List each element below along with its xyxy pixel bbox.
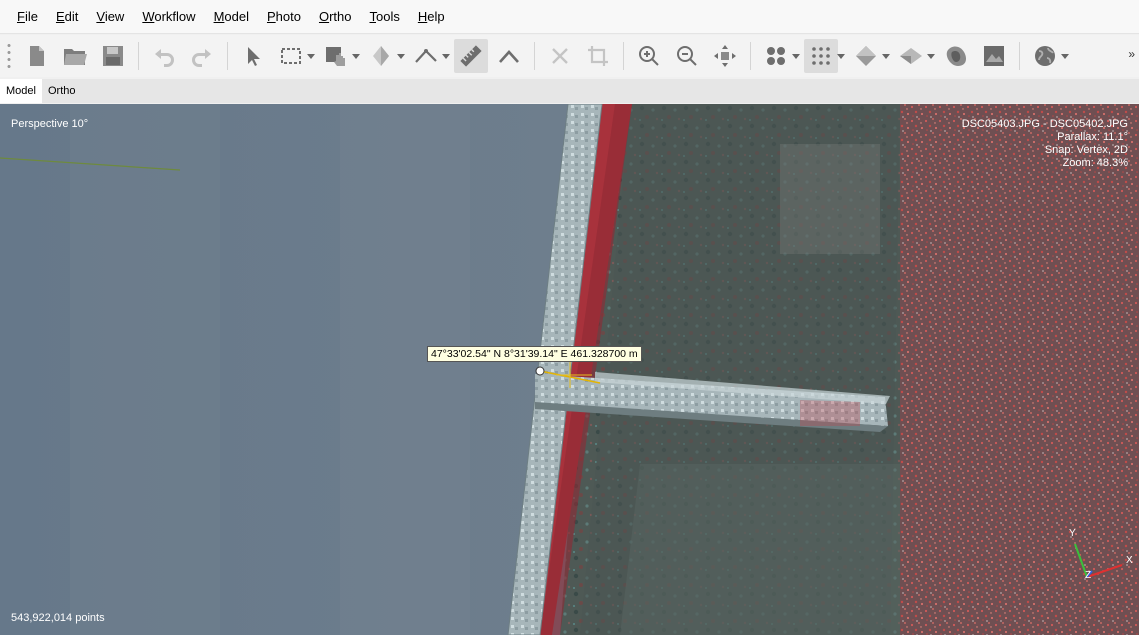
tab-ortho[interactable]: Ortho: [42, 79, 82, 103]
main-toolbar: »: [0, 35, 1139, 77]
menu-photo[interactable]: Photo: [258, 6, 310, 28]
axis-z-label: Z: [1085, 570, 1092, 581]
chevron-down-icon[interactable]: [836, 39, 845, 73]
chevron-down-icon[interactable]: [1060, 39, 1069, 73]
draw-point-icon[interactable]: [492, 39, 526, 73]
shaded-model-icon[interactable]: [849, 39, 883, 73]
globe-icon[interactable]: [1028, 39, 1062, 73]
toolbar-separator: [227, 42, 228, 70]
chevron-down-icon[interactable]: [396, 39, 405, 73]
draw-polyline-icon[interactable]: [409, 39, 443, 73]
measurement-tooltip: 47°33'02.54" N 8°31'39.14" E 461.328700 …: [427, 346, 642, 362]
redo-icon[interactable]: [185, 39, 219, 73]
model-render: [0, 104, 1139, 635]
menu-tools[interactable]: Tools: [361, 6, 409, 28]
chevron-down-icon[interactable]: [306, 39, 315, 73]
dem-icon[interactable]: [939, 39, 973, 73]
toolbar-separator: [750, 42, 751, 70]
tab-model[interactable]: Model: [0, 79, 42, 103]
undo-icon[interactable]: [147, 39, 181, 73]
new-document-icon[interactable]: [20, 39, 54, 73]
point-count-label: 543,922,014 points: [11, 612, 105, 624]
axis-x-label: X: [1126, 555, 1133, 566]
delete-icon[interactable]: [543, 39, 577, 73]
parallax-label: Parallax: 11.1°: [1057, 131, 1128, 143]
chevron-down-icon[interactable]: [881, 39, 890, 73]
view-info-panel: DSC05403.JPG - DSC05402.JPG Parallax: 11…: [962, 118, 1128, 170]
axis-y-label: Y: [1069, 528, 1076, 539]
menu-bar: File Edit View Workflow Model Photo Orth…: [0, 0, 1139, 34]
view-tabs: Model Ortho: [0, 79, 1139, 103]
menu-model[interactable]: Model: [205, 6, 258, 28]
model-viewport[interactable]: Perspective 10° DSC05403.JPG - DSC05402.…: [0, 104, 1139, 635]
menu-edit[interactable]: Edit: [47, 6, 87, 28]
show-cameras-icon[interactable]: [759, 39, 793, 73]
free-form-selection-icon[interactable]: [319, 39, 353, 73]
menu-help[interactable]: Help: [409, 6, 454, 28]
point-cloud-icon[interactable]: [804, 39, 838, 73]
crop-icon[interactable]: [581, 39, 615, 73]
menu-ortho[interactable]: Ortho: [310, 6, 361, 28]
toolbar-separator: [138, 42, 139, 70]
menu-workflow[interactable]: Workflow: [133, 6, 204, 28]
textured-model-icon[interactable]: [894, 39, 928, 73]
menu-file[interactable]: File: [8, 6, 47, 28]
toolbar-overflow-button[interactable]: »: [1128, 47, 1135, 61]
toolbar-separator: [623, 42, 624, 70]
menu-view[interactable]: View: [87, 6, 133, 28]
rectangle-selection-icon[interactable]: [274, 39, 308, 73]
toolbar-separator: [534, 42, 535, 70]
zoom-out-icon[interactable]: [670, 39, 704, 73]
navigation-arrow-icon[interactable]: [236, 39, 270, 73]
draw-polygon-icon[interactable]: [364, 39, 398, 73]
save-icon[interactable]: [96, 39, 130, 73]
zoom-in-icon[interactable]: [632, 39, 666, 73]
chevron-down-icon[interactable]: [926, 39, 935, 73]
open-folder-icon[interactable]: [58, 39, 92, 73]
orthomosaic-icon[interactable]: [977, 39, 1011, 73]
toolbar-separator: [1019, 42, 1020, 70]
toolbar-grip[interactable]: [6, 42, 12, 70]
chevron-down-icon[interactable]: [791, 39, 800, 73]
chevron-down-icon[interactable]: [441, 39, 450, 73]
photo-pair-label: DSC05403.JPG - DSC05402.JPG: [961, 118, 1128, 130]
zoom-label: Zoom: 48.3%: [1062, 157, 1128, 169]
projection-label: Perspective 10°: [11, 118, 89, 130]
ruler-icon[interactable]: [454, 39, 488, 73]
reset-view-icon[interactable]: [708, 39, 742, 73]
chevron-down-icon[interactable]: [351, 39, 360, 73]
snap-label: Snap: Vertex, 2D: [1044, 144, 1128, 156]
